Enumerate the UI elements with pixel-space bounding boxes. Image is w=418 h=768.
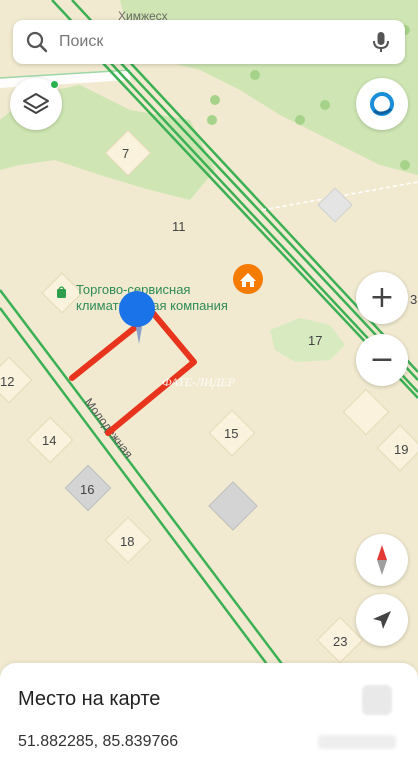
home-poi-icon[interactable] xyxy=(233,264,263,294)
microphone-icon[interactable] xyxy=(369,30,393,54)
place-title: Место на карте xyxy=(18,688,161,710)
house-number: 11 xyxy=(172,219,186,234)
compass-button[interactable] xyxy=(356,534,408,586)
house-number: 3 xyxy=(410,292,417,307)
house-number: 7 xyxy=(122,146,129,161)
profile-button[interactable] xyxy=(356,78,408,130)
brand-ring-icon xyxy=(370,92,394,116)
house-number: 16 xyxy=(80,482,94,497)
minus-icon: − xyxy=(369,342,395,377)
house-number: 17 xyxy=(308,333,322,348)
navigation-arrow-icon xyxy=(373,611,391,629)
map-canvas[interactable]: 7 11 17 12 14 15 16 18 19 23 3 Химжесх М… xyxy=(0,0,418,768)
my-location-button[interactable] xyxy=(356,594,408,646)
place-coordinates[interactable]: 51.882285, 85.839766 xyxy=(18,733,178,751)
blurred-action xyxy=(318,735,396,749)
house-number: 18 xyxy=(120,534,134,549)
house-number: 14 xyxy=(42,433,56,448)
place-bottom-sheet[interactable]: Место на карте 51.882285, 85.839766 xyxy=(0,663,418,768)
search-icon xyxy=(26,31,48,53)
house-number: 12 xyxy=(0,374,14,389)
share-icon[interactable] xyxy=(362,685,392,715)
house-number: 19 xyxy=(394,442,408,457)
house-number: 15 xyxy=(224,426,238,441)
house-number: 23 xyxy=(333,634,347,649)
search-bar[interactable] xyxy=(13,20,405,64)
search-input[interactable] xyxy=(59,33,369,51)
watermark: ФАТЕ-ЛИДЕР xyxy=(162,375,236,389)
plus-icon: + xyxy=(369,280,395,315)
zoom-in-button[interactable]: + xyxy=(356,272,408,324)
layers-icon xyxy=(23,93,49,114)
compass-icon xyxy=(377,545,387,575)
zoom-out-button[interactable]: − xyxy=(356,334,408,386)
notification-dot xyxy=(50,80,59,89)
